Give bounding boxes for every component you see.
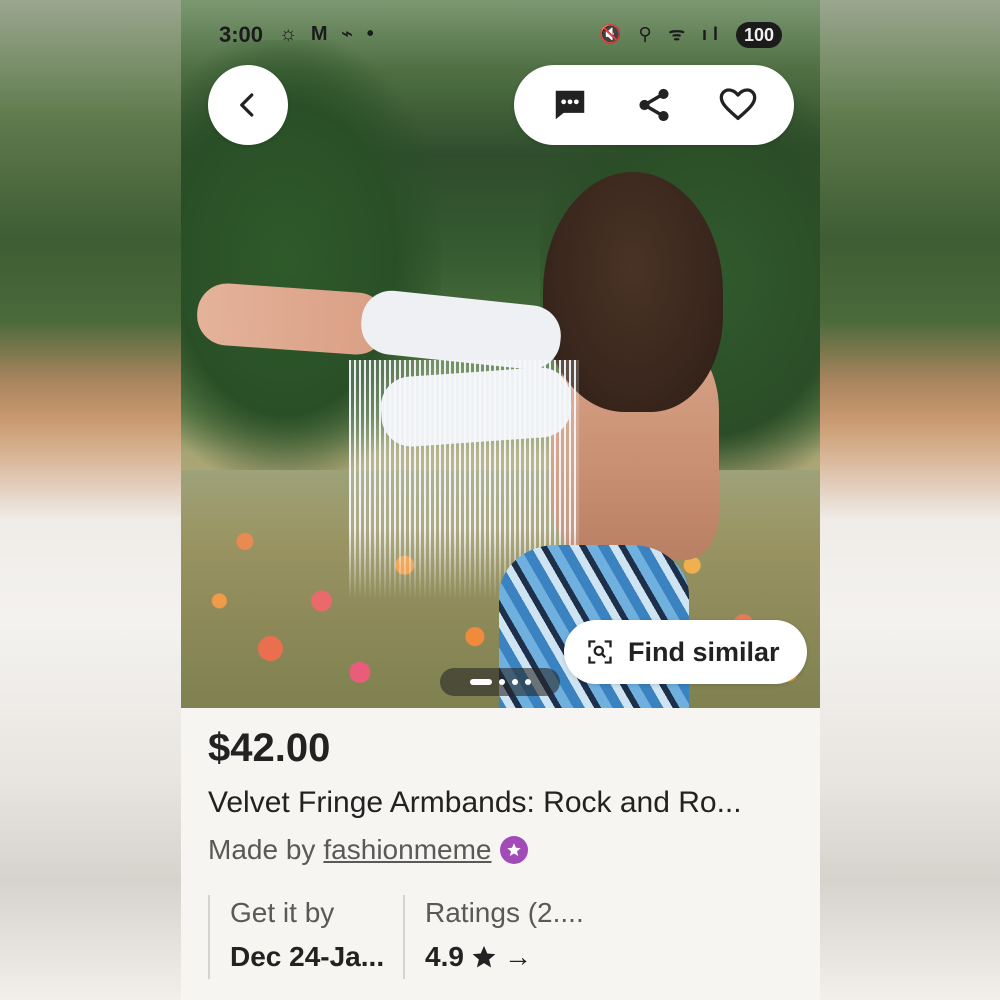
ratings-info[interactable]: Ratings (2.... 4.9 → bbox=[403, 895, 623, 979]
made-by-label: Made by bbox=[208, 834, 316, 865]
rating-summary: 4.9 → bbox=[425, 941, 623, 973]
action-bar bbox=[514, 65, 794, 145]
back-button[interactable] bbox=[208, 65, 288, 145]
status-bar: 3:00 ☼ M ⌁ • 🔇 ⚲ ᯤ ıl 100 bbox=[181, 18, 820, 52]
star-seller-icon bbox=[506, 843, 521, 856]
listing-info-row: Get it by Dec 24-Ja... Ratings (2.... 4.… bbox=[208, 895, 808, 979]
delivery-info[interactable]: Get it by Dec 24-Ja... bbox=[208, 895, 403, 979]
message-icon bbox=[555, 90, 585, 120]
share-icon bbox=[639, 88, 669, 122]
phone-screen: 3:00 ☼ M ⌁ • 🔇 ⚲ ᯤ ıl 100 Find similar $… bbox=[181, 0, 820, 1000]
shop-link[interactable]: fashionmeme bbox=[323, 834, 491, 866]
battery-indicator: 100 bbox=[735, 22, 782, 48]
notification-icons: ☼ M ⌁ • bbox=[279, 23, 378, 45]
arrow-right-icon: → bbox=[503, 941, 532, 972]
status-time: 3:00 bbox=[219, 22, 264, 47]
delivery-value: Dec 24-Ja... bbox=[230, 941, 385, 972]
pagination-dot bbox=[524, 679, 531, 685]
listing-title: Velvet Fringe Armbands: Rock and Ro... bbox=[208, 786, 742, 819]
ratings-label: Ratings (2.... bbox=[425, 897, 584, 928]
pagination-dot-active bbox=[469, 679, 492, 685]
favorite-button[interactable] bbox=[710, 77, 766, 133]
heart-icon bbox=[719, 88, 757, 121]
find-similar-button[interactable]: Find similar bbox=[564, 620, 807, 684]
rating-value: 4.9 bbox=[425, 941, 464, 972]
share-button[interactable] bbox=[626, 77, 682, 133]
star-icon bbox=[472, 945, 496, 968]
star-seller-badge bbox=[499, 836, 528, 864]
seller-line: Made by fashionmeme bbox=[208, 834, 528, 866]
find-similar-label: Find similar bbox=[628, 636, 780, 667]
price: $42.00 bbox=[208, 726, 331, 770]
system-icons: 🔇 ⚲ ᯤ ıl bbox=[598, 24, 724, 44]
pagination-dot bbox=[498, 679, 505, 685]
message-seller-button[interactable] bbox=[542, 77, 598, 133]
visual-search-icon bbox=[588, 640, 612, 664]
pagination-dot bbox=[511, 679, 518, 685]
chevron-left-icon bbox=[240, 93, 254, 117]
image-pagination[interactable] bbox=[440, 668, 560, 696]
delivery-label: Get it by bbox=[230, 897, 335, 928]
model-hands bbox=[195, 281, 389, 357]
